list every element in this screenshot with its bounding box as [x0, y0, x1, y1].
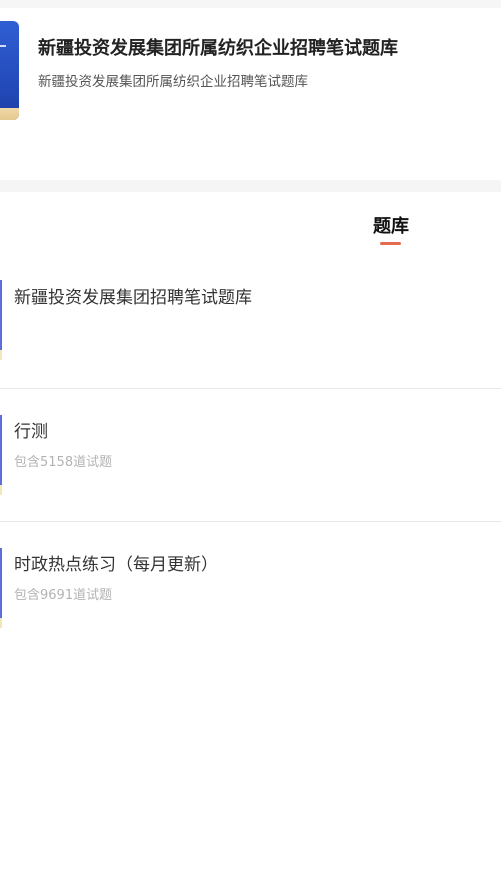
- bank-cover-image: [0, 21, 19, 120]
- section-gap: [0, 140, 501, 180]
- list-item-marker: [0, 280, 2, 350]
- list-item-marker-foot: [0, 350, 2, 360]
- list-item-marker-foot: [0, 485, 2, 495]
- list-item-question-count: 包含9691道试题: [14, 588, 113, 603]
- bank-subtitle: 新疆投资发展集团所属纺织企业招聘笔试题库: [38, 74, 308, 90]
- list-item-marker: [0, 415, 2, 485]
- list-item-bank-2[interactable]: 时政热点练习（每月更新） 包含9691道试题: [0, 522, 501, 642]
- list-item-bank-1[interactable]: 行测 包含5158道试题: [0, 389, 501, 521]
- tab-question-bank[interactable]: 题库: [370, 212, 412, 245]
- list-item-question-count: 包含5158道试题: [14, 455, 113, 470]
- bank-header-card: 新疆投资发展集团所属纺织企业招聘笔试题库 新疆投资发展集团所属纺织企业招聘笔试题…: [0, 8, 501, 140]
- list-item-marker: [0, 548, 2, 618]
- list-item-bank-0[interactable]: 新疆投资发展集团招聘笔试题库: [0, 262, 501, 388]
- list-item-title: 时政热点练习（每月更新）: [14, 555, 218, 575]
- list-item-title: 行测: [14, 422, 48, 442]
- bank-title: 新疆投资发展集团所属纺织企业招聘笔试题库: [38, 38, 398, 59]
- list-item-marker-foot: [0, 618, 2, 628]
- section-separator: [0, 180, 501, 192]
- tab-active-indicator: [380, 242, 401, 245]
- top-strip: [0, 0, 501, 8]
- tab-label: 题库: [373, 216, 409, 237]
- list-item-title: 新疆投资发展集团招聘笔试题库: [14, 288, 252, 308]
- cover-glyph-icon: [0, 45, 6, 47]
- cover-base: [0, 108, 19, 120]
